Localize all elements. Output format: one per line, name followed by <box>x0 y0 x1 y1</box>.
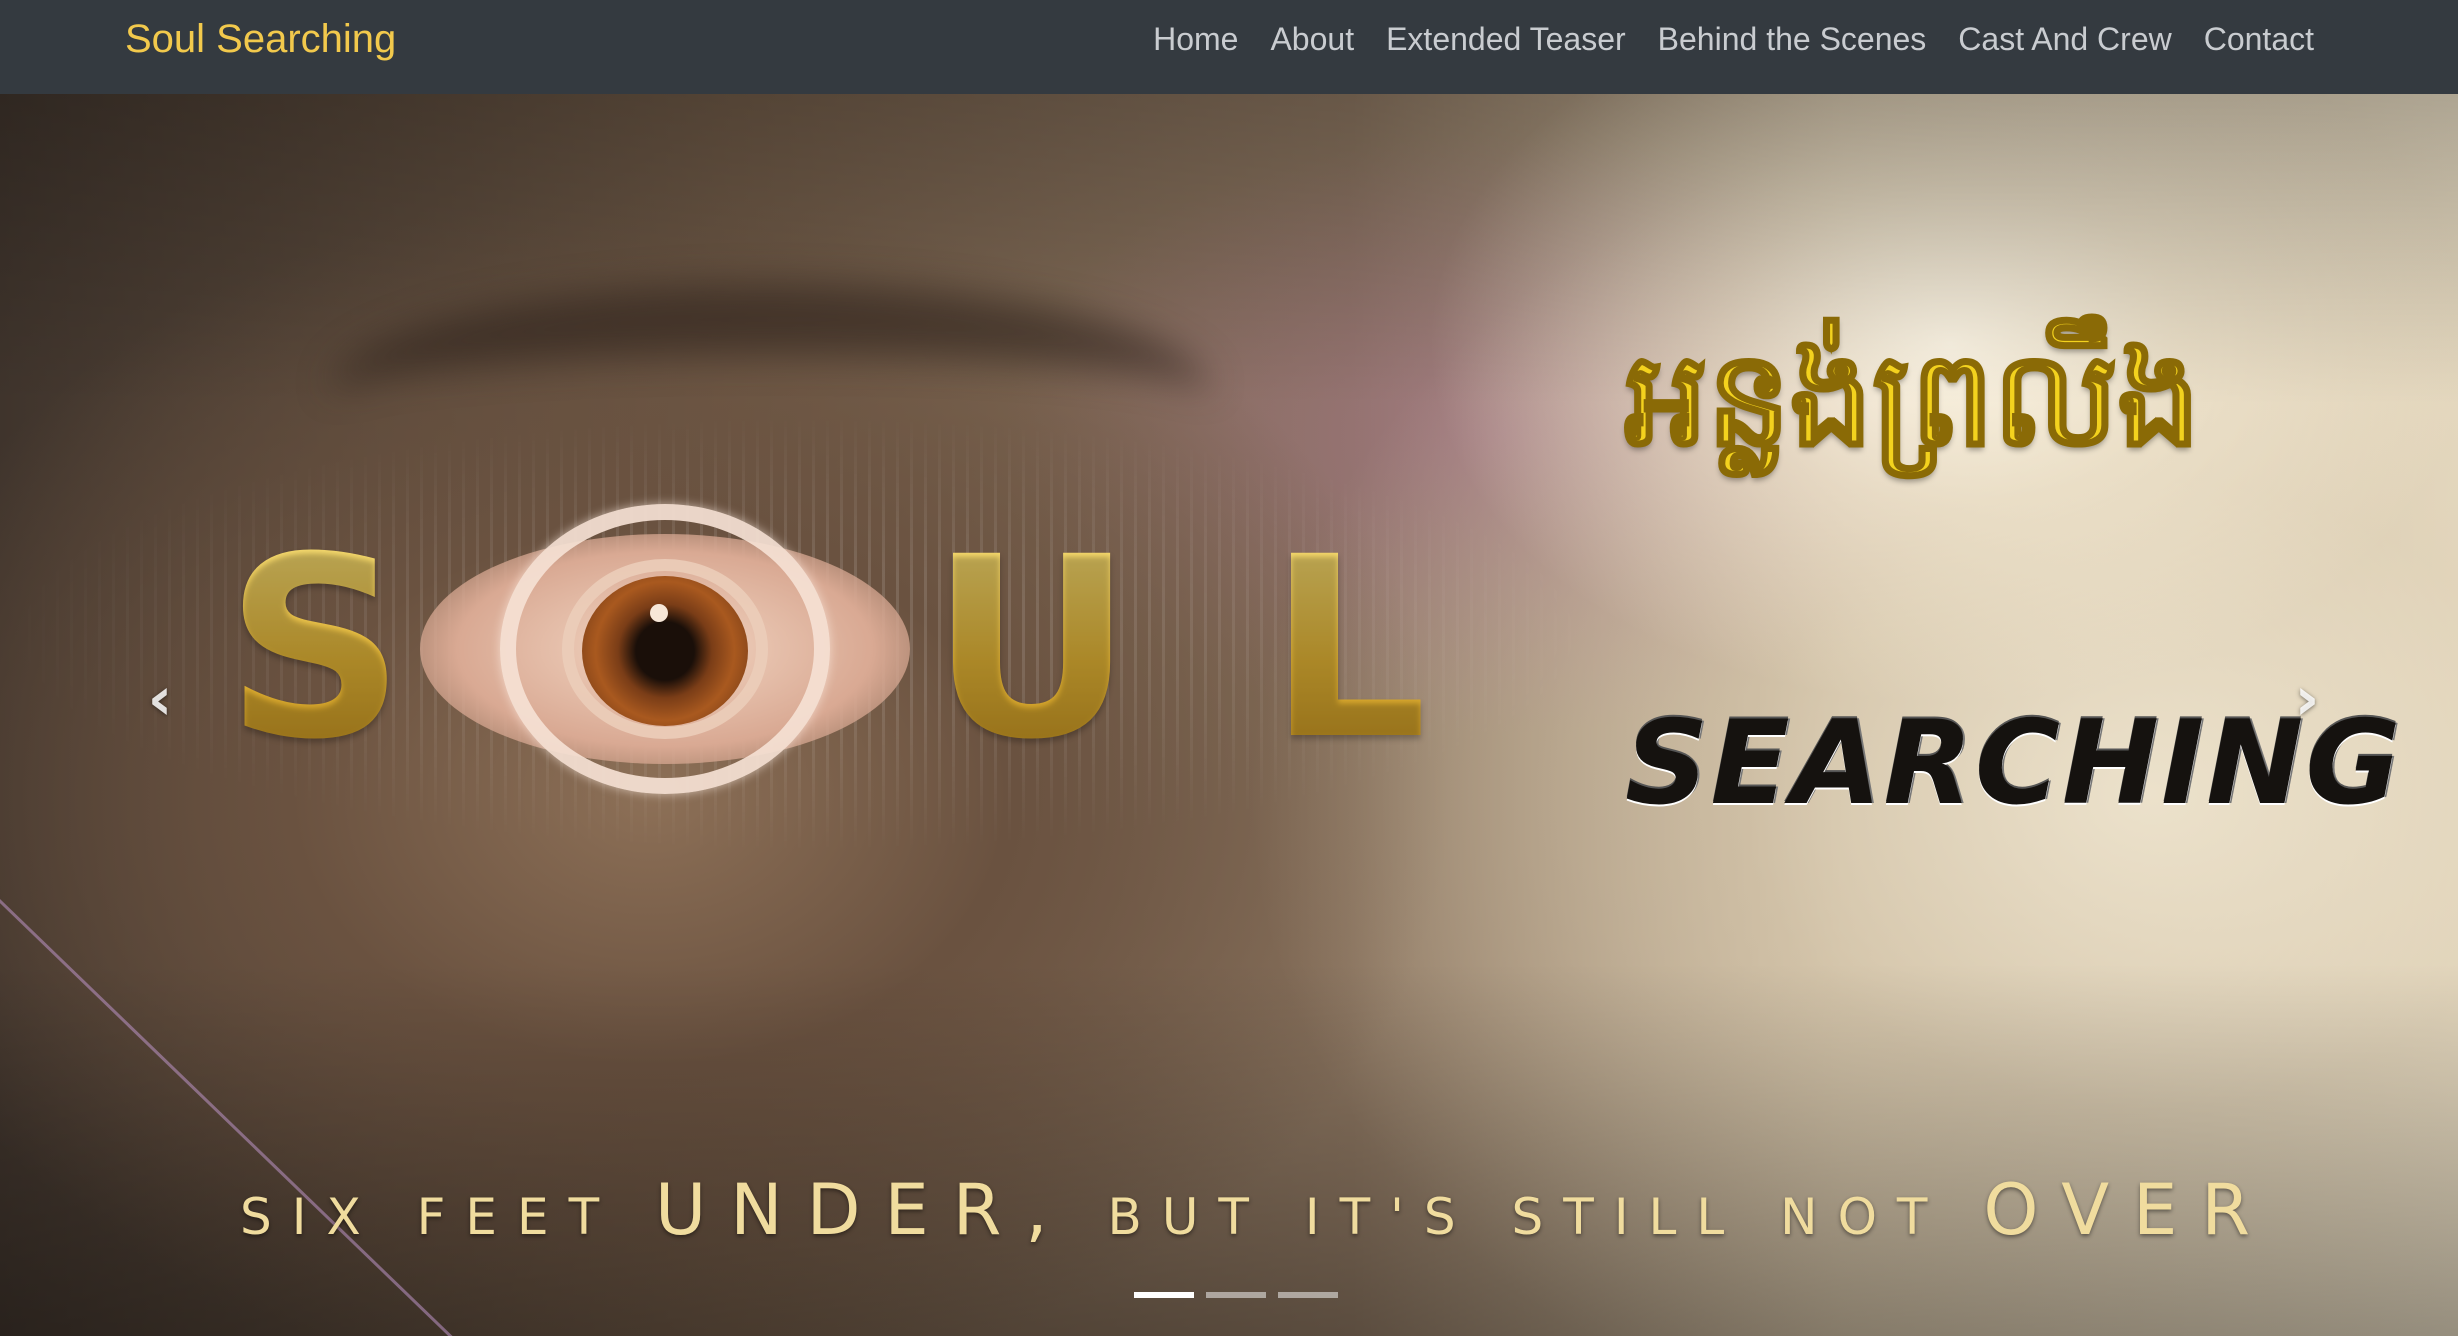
tagline-part-2: UNDER, <box>655 1169 1072 1251</box>
tagline-part-4: OVER <box>1983 1169 2274 1251</box>
nav-link-cast-and-crew[interactable]: Cast And Crew <box>1942 14 2187 64</box>
eye-icon <box>420 504 911 794</box>
hero-carousel: អន្លង់ព្រលឹង S U L SEARCHING SIX FEET UN… <box>0 94 2458 1336</box>
chevron-left-icon: ‹ <box>147 664 173 734</box>
nav-link-behind-the-scenes[interactable]: Behind the Scenes <box>1642 14 1943 64</box>
carousel-indicator-1[interactable] <box>1134 1292 1194 1298</box>
brand-link[interactable]: Soul Searching <box>125 14 396 64</box>
chevron-right-icon: › <box>2294 664 2320 734</box>
carousel-prev-button[interactable]: ‹ <box>115 624 205 774</box>
tagline-part-3: BUT IT'S STILL NOT <box>1071 1188 1984 1246</box>
title-letter-l: L <box>1268 503 1428 794</box>
title-letter-s: S <box>225 503 406 794</box>
khmer-title: អន្លង់ព្រលឹង <box>1623 322 2201 477</box>
title-letter-u: U <box>930 503 1134 794</box>
navbar: Soul Searching Home About Extended Tease… <box>0 0 2458 94</box>
carousel-indicator-3[interactable] <box>1278 1292 1338 1298</box>
nav-link-contact[interactable]: Contact <box>2188 14 2330 64</box>
nav-link-extended-teaser[interactable]: Extended Teaser <box>1370 14 1642 64</box>
nav-link-about[interactable]: About <box>1254 14 1370 64</box>
nav-links: Home About Extended Teaser Behind the Sc… <box>1137 14 2330 64</box>
hero-title-soul: S U L <box>225 504 1427 794</box>
hero-tagline: SIX FEET UNDER, BUT IT'S STILL NOT OVER <box>240 1169 2274 1251</box>
carousel-indicator-2[interactable] <box>1206 1292 1266 1298</box>
nav-link-home[interactable]: Home <box>1137 14 1254 64</box>
carousel-next-button[interactable]: › <box>2262 624 2352 774</box>
tagline-part-1: SIX FEET <box>240 1188 656 1246</box>
carousel-indicators <box>1134 1292 1338 1298</box>
